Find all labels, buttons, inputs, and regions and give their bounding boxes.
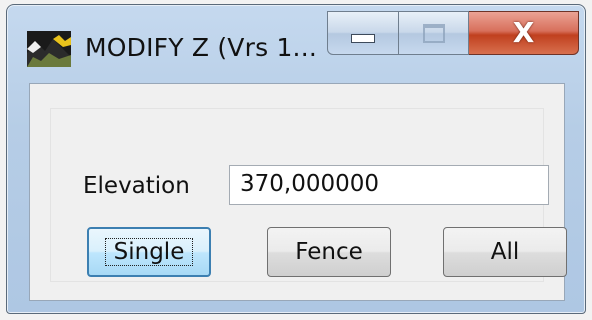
app-logo-icon[interactable]	[27, 31, 71, 67]
single-button-label: Single	[104, 238, 194, 266]
dialog-window: MODIFY Z (Vrs 1... X Elevation 370,00000…	[6, 4, 586, 314]
title-bar[interactable]: MODIFY Z (Vrs 1... X	[7, 5, 585, 83]
dialog-client-area: Elevation 370,000000 Single Fence All	[29, 83, 567, 301]
maximize-icon	[422, 23, 445, 43]
window-title: MODIFY Z (Vrs 1...	[85, 33, 317, 62]
all-button[interactable]: All	[443, 227, 567, 277]
maximize-button[interactable]	[399, 11, 469, 55]
elevation-input[interactable]: 370,000000	[229, 165, 549, 205]
minimize-icon	[351, 33, 375, 43]
single-button[interactable]: Single	[87, 227, 211, 277]
minimize-button[interactable]	[327, 11, 399, 55]
options-group: Elevation 370,000000 Single Fence All	[50, 108, 567, 282]
fence-button[interactable]: Fence	[267, 227, 391, 277]
close-icon: X	[512, 16, 535, 49]
elevation-label: Elevation	[83, 173, 190, 199]
close-button[interactable]: X	[469, 11, 579, 55]
